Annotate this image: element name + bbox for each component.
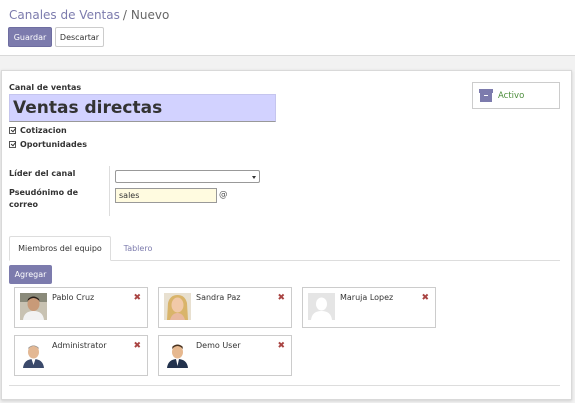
- member-name: Sandra Paz: [196, 293, 241, 302]
- opportunities-label: Oportunidades: [20, 140, 87, 149]
- member-card[interactable]: Maruja Lopez ✖: [302, 287, 436, 328]
- avatar: [164, 341, 191, 368]
- remove-icon[interactable]: ✖: [277, 341, 285, 351]
- chevron-down-icon: [252, 176, 256, 179]
- tab-dashboard[interactable]: Tablero: [113, 236, 163, 261]
- leader-label: Líder del canal: [9, 169, 76, 178]
- notebook-tabs: Miembros del equipo Tablero: [9, 236, 560, 261]
- breadcrumb-separator: /: [122, 8, 127, 22]
- leader-select[interactable]: [115, 170, 260, 183]
- control-panel: Canales de Ventas / Nuevo Guardar Descarta…: [0, 0, 575, 56]
- alias-domain-suffix: @: [219, 190, 228, 200]
- tab-content-divider: [9, 385, 560, 386]
- member-name: Administrator: [52, 341, 107, 350]
- alias-label: Pseudónimo de correo: [9, 187, 78, 211]
- remove-icon[interactable]: ✖: [277, 293, 285, 303]
- member-card[interactable]: Administrator ✖: [14, 335, 148, 376]
- checkbox-row-quotations: Cotizacion: [9, 126, 67, 135]
- member-name: Demo User: [196, 341, 241, 350]
- member-card[interactable]: Pablo Cruz ✖: [14, 287, 148, 328]
- opportunities-checkbox[interactable]: [9, 141, 16, 148]
- alias-input[interactable]: sales: [115, 188, 217, 203]
- member-card[interactable]: Sandra Paz ✖: [158, 287, 292, 328]
- remove-icon[interactable]: ✖: [133, 293, 141, 303]
- breadcrumb-current: Nuevo: [130, 8, 170, 22]
- avatar: [20, 341, 47, 368]
- checkbox-row-opportunities: Oportunidades: [9, 140, 87, 149]
- group-divider: [109, 166, 110, 216]
- alias-label-line2: correo: [9, 200, 39, 209]
- remove-icon[interactable]: ✖: [133, 341, 141, 351]
- discard-button[interactable]: Descartar: [55, 27, 104, 47]
- quotations-checkbox[interactable]: [9, 127, 16, 134]
- save-button[interactable]: Guardar: [8, 27, 52, 47]
- active-toggle-button[interactable]: Activo: [472, 82, 560, 109]
- team-name-label: Canal de ventas: [9, 83, 82, 92]
- remove-icon[interactable]: ✖: [421, 293, 429, 303]
- avatar: [164, 293, 191, 320]
- breadcrumb-parent-link[interactable]: Canales de Ventas: [9, 8, 120, 22]
- avatar: [308, 293, 335, 320]
- team-name-input[interactable]: Ventas directas: [9, 94, 276, 122]
- add-member-button[interactable]: Agregar: [9, 265, 52, 284]
- archive-icon: [479, 89, 493, 102]
- avatar: [20, 293, 47, 320]
- breadcrumb: Canales de Ventas / Nuevo: [9, 8, 169, 22]
- alias-label-line1: Pseudónimo de: [9, 188, 79, 197]
- quotations-label: Cotizacion: [20, 126, 67, 135]
- member-name: Maruja Lopez: [340, 293, 394, 302]
- member-name: Pablo Cruz: [52, 293, 95, 302]
- tab-team-members[interactable]: Miembros del equipo: [9, 236, 111, 261]
- active-label: Activo: [498, 90, 525, 101]
- member-card[interactable]: Demo User ✖: [158, 335, 292, 376]
